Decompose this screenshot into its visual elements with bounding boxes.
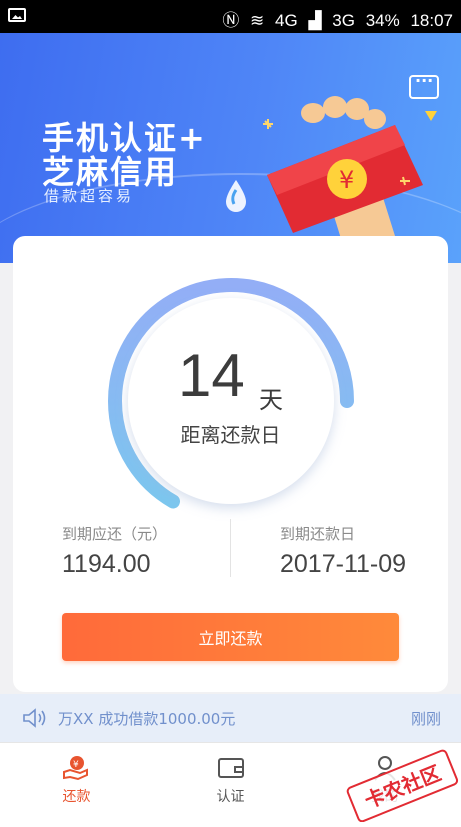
gallery-icon	[8, 8, 26, 22]
clock: 18:07	[410, 11, 453, 30]
banner-subtitle: 借款超容易	[44, 187, 135, 205]
watermark-logo: 卡农社区	[346, 749, 459, 822]
tab-verify[interactable]: 认证	[154, 743, 307, 827]
network-3g: 3G	[332, 11, 355, 30]
wallet-icon	[218, 758, 244, 778]
column-divider	[230, 519, 231, 577]
status-bar: Ⓝ ≋ 4G ▟ 3G 34% 18:07	[0, 0, 461, 33]
tab-repay[interactable]: ¥ 还款	[0, 743, 153, 827]
repay-now-button[interactable]: 立即还款	[62, 613, 399, 661]
svg-text:¥: ¥	[73, 760, 79, 770]
loan-ticker: 万XX 成功借款1000.00元 刚刚	[0, 694, 461, 742]
amount-value: 1194.00	[62, 550, 151, 578]
status-right: Ⓝ ≋ 4G ▟ 3G 34% 18:07	[216, 6, 453, 31]
speaker-icon	[23, 708, 46, 728]
tab-repay-label: 还款	[62, 789, 91, 805]
repayment-card: 14 天 距离还款日 到期应还（元） 1194.00 到期还款日 2017-11…	[13, 236, 448, 692]
ticker-message: 万XX 成功借款1000.00元	[58, 710, 236, 728]
days-caption: 距离还款日	[180, 423, 281, 447]
network-4g: 4G	[275, 11, 298, 30]
battery-percent: 34%	[365, 11, 400, 30]
days-unit: 天	[259, 386, 283, 414]
ticker-time: 刚刚	[410, 710, 441, 728]
due-date-value: 2017-11-09	[280, 550, 407, 578]
promo-banner[interactable]: 手机认证+ 芝麻信用 借款超容易 ¥	[0, 33, 461, 263]
svg-text:¥: ¥	[339, 166, 354, 194]
signal-icon: ▟	[308, 11, 322, 30]
drop-logo-icon	[226, 180, 246, 212]
wifi-icon: ≋	[250, 11, 265, 30]
tab-verify-label: 认证	[216, 789, 245, 805]
amount-label: 到期应还（元）	[62, 525, 168, 543]
due-date-label: 到期还款日	[280, 525, 356, 543]
nfc-icon: Ⓝ	[222, 11, 240, 30]
days-remaining-number: 14	[178, 342, 245, 409]
message-icon[interactable]	[409, 71, 439, 99]
repay-icon: ¥	[63, 756, 88, 781]
